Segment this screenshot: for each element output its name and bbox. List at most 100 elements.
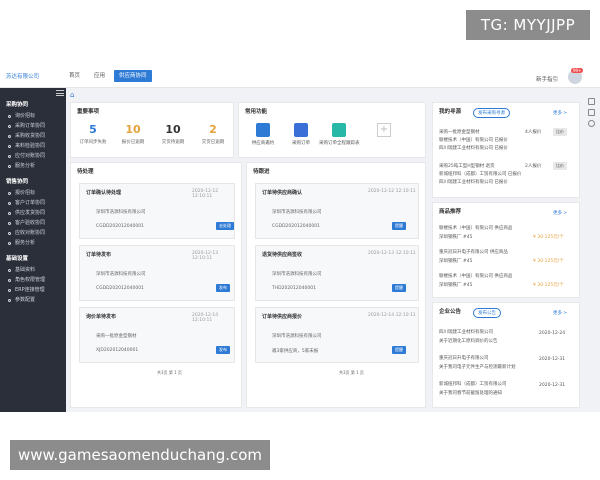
notice-panel: 企业公告 发布公告 更多 > 四川瑞建工业材料有限公司 关于近期化工原料调价的公告…	[432, 302, 580, 408]
sidebar-item-label: 服务分析	[15, 163, 36, 169]
card-company: 深圳市浩源科技有限公司	[96, 210, 146, 215]
notice-item-org[interactable]: 重庆冠日升电子有限公司	[439, 355, 489, 361]
menu-dot-icon	[8, 278, 11, 282]
tool-icon-1[interactable]	[587, 98, 595, 105]
function-icon	[294, 123, 308, 137]
pending-card: 询价单待发布 2020-12-14 12:10:11 采购一批原金型钢材 XJD202…	[79, 307, 235, 363]
sidebar-item[interactable]: 询价招标	[0, 111, 66, 121]
nav-supplier-collab[interactable]: 供应商协同	[114, 70, 152, 82]
recommend-item-title[interactable]: 重庆冠日升电子有限公司 供应商品	[439, 249, 508, 255]
notification-badge: 99+	[571, 68, 584, 73]
publish-notice-button[interactable]: 发布公告	[473, 308, 501, 318]
recommend-more-link[interactable]: 更多 >	[553, 210, 567, 216]
notice-item-org[interactable]: 四川瑞建工业材料有限公司	[439, 329, 493, 335]
recommend-item-price: ¥ 30-125元/个	[533, 235, 564, 240]
menu-dot-icon	[8, 268, 11, 272]
card-action-button[interactable]: 提醒	[392, 222, 406, 230]
pending-card: 订单待发布 2020-12-13 12:10:11 深圳市浩源科技有限公司 CGDD2…	[79, 245, 235, 301]
sidebar-item[interactable]: 角色权限管理	[0, 275, 66, 285]
card-action-button[interactable]: 提醒	[392, 346, 406, 354]
card-action-button[interactable]: 去处理	[216, 222, 234, 230]
sidebar-item-label: ERP连接管理	[15, 287, 45, 293]
card-code: CGDD202012040001	[96, 286, 144, 291]
inquiry-item-title[interactable]: 采购一批原金型钢材	[439, 129, 480, 135]
sidebar-item[interactable]: 客户验收协同	[0, 218, 66, 228]
card-date: 2020-12-14 12:10:11	[192, 313, 219, 323]
card-code: XJD202012040001	[96, 348, 139, 353]
pending-pager[interactable]: 共3页 第 1 页	[157, 370, 182, 376]
card-action-button[interactable]: 提醒	[392, 284, 406, 292]
notice-more-link[interactable]: 更多 >	[553, 310, 567, 316]
nav-home[interactable]: 首页	[64, 70, 85, 82]
sidebar-item-label: 报价招标	[15, 190, 36, 196]
sidebar-item[interactable]: 参数配置	[0, 295, 66, 305]
publish-inquiry-button[interactable]: 发布采购寻源	[473, 108, 510, 118]
recommend-item-title[interactable]: 联楼技术（中国）有限公司 供应商品	[439, 225, 512, 231]
function-item[interactable]: 采购订单	[281, 123, 321, 146]
stat-label: 交货已逾期	[201, 140, 225, 145]
inquiry-more-link[interactable]: 更多 >	[553, 110, 567, 116]
tracking-pager[interactable]: 共3页 第 1 页	[339, 370, 364, 376]
sidebar-section-title[interactable]: 基础设置	[0, 254, 66, 265]
sidebar-item-label: 采购订单协同	[15, 123, 46, 129]
stat-label: 订单同步失败	[79, 140, 107, 145]
sidebar-item[interactable]: 基础资料	[0, 265, 66, 275]
function-label: 供应商邀约	[251, 141, 275, 146]
sidebar-item[interactable]: 来料检验协同	[0, 141, 66, 151]
stat-item[interactable]: 2 交货已逾期	[193, 123, 233, 145]
card-date: 2020-12-12 12:10:11	[368, 189, 416, 194]
menu-dot-icon	[8, 134, 11, 138]
sidebar-item[interactable]: 应付对账协同	[0, 151, 66, 161]
function-item[interactable]: 采购订单全程跟踪表	[319, 123, 360, 146]
card-company: 深圳市浩源科技有限公司	[272, 334, 322, 339]
sidebar-item[interactable]: 采购订单协同	[0, 121, 66, 131]
tool-icon-3[interactable]	[587, 120, 595, 127]
watermark-top: TG: MYYJJPP	[466, 10, 590, 40]
sidebar-item[interactable]: 采购收货协同	[0, 131, 66, 141]
sidebar-item[interactable]: ERP连接管理	[0, 285, 66, 295]
function-label: 采购订单	[292, 141, 310, 146]
recommend-item-title[interactable]: 联楼技术（中国）有限公司 供应商品	[439, 273, 512, 279]
card-title: 订单待供应商报价	[262, 314, 303, 320]
home-icon[interactable]: ⌂	[70, 91, 74, 99]
stat-number: 2	[209, 123, 217, 136]
card-title: 订单待发布	[86, 252, 112, 258]
sidebar-item[interactable]: 供应发货协同	[0, 208, 66, 218]
stat-item[interactable]: 10 报价已逾期	[113, 123, 153, 145]
sidebar-item[interactable]: 应收对账协同	[0, 228, 66, 238]
menu-dot-icon	[8, 241, 11, 245]
compare-button[interactable]: 比价	[553, 162, 567, 170]
stat-item[interactable]: 5 订单同步失败	[73, 123, 113, 145]
notice-item-org[interactable]: 新城纽邦科（成都）工贸有限公司	[439, 381, 507, 387]
company-name[interactable]: 苏达有限公司	[6, 72, 39, 80]
sidebar-item[interactable]: 服务分析	[0, 161, 66, 171]
stat-number: 5	[89, 123, 97, 136]
sidebar-item-label: 采购收货协同	[15, 133, 46, 139]
sidebar: 采购协同 询价招标 采购订单协同 采购收货协同 来料检验协同 应付对账协同 服务分析 销售协同…	[0, 88, 66, 412]
function-item[interactable]: 供应商邀约	[243, 123, 283, 146]
card-action-button[interactable]: 发布	[216, 284, 230, 292]
sidebar-section-title[interactable]: 销售协同	[0, 177, 66, 188]
inquiry-item-title[interactable]: 采购25吨工型H型钢材 退货	[439, 163, 495, 169]
sidebar-item[interactable]: 客户订单协同	[0, 198, 66, 208]
add-function-icon[interactable]: +	[377, 123, 391, 137]
stat-item[interactable]: 10 交货待逾期	[153, 123, 193, 145]
watermark-bottom: www.gamesaomenduchang.com	[10, 440, 270, 470]
pending-card: 订单确认待处理 2020-12-12 12:10:11 深圳市浩源科技有限公司 CGD…	[79, 183, 235, 239]
card-company: 采购一批原金型钢材	[96, 334, 137, 339]
nav-apps[interactable]: 应用	[89, 70, 110, 82]
compare-button[interactable]: 比价	[553, 128, 567, 136]
newbie-guide-link[interactable]: 新手指引	[536, 75, 558, 83]
card-company: 深圳市浩源科技有限公司	[96, 272, 146, 277]
card-action-button[interactable]: 发布	[216, 346, 230, 354]
notice-item-date: 2020-12-31	[539, 383, 566, 388]
menu-toggle-icon[interactable]	[56, 90, 64, 96]
sidebar-item-label: 应收对账协同	[15, 230, 46, 236]
functions-panel: 常用功能 供应商邀约 采购订单 采购订单全程跟踪表 +	[238, 102, 426, 158]
sidebar-section-title[interactable]: 采购协同	[0, 100, 66, 111]
sidebar-item[interactable]: 服务分析	[0, 238, 66, 248]
tool-icon-2[interactable]	[587, 109, 595, 116]
sidebar-item-label: 服务分析	[15, 240, 36, 246]
sidebar-item[interactable]: 报价招标	[0, 188, 66, 198]
sidebar-item-label: 基础资料	[15, 267, 36, 273]
